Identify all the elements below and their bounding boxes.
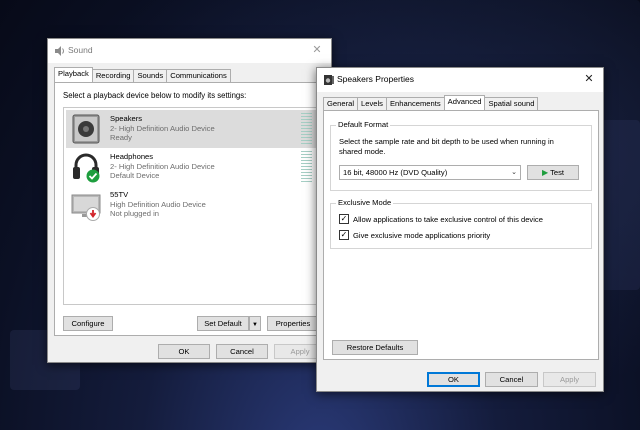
tab-enhancements[interactable]: Enhancements	[385, 97, 445, 110]
exclusive-mode-label: Exclusive Mode	[336, 198, 394, 207]
speaker-app-icon	[55, 46, 64, 56]
sound-tabs: Playback Recording Sounds Communications	[54, 67, 231, 82]
device-name: Speakers	[110, 114, 143, 123]
unplugged-icon	[86, 207, 100, 221]
volume-meter	[301, 113, 312, 145]
tab-levels[interactable]: Levels	[357, 97, 387, 110]
default-format-group: Default Format Select the sample rate an…	[330, 120, 592, 191]
sample-rate-select[interactable]: 16 bit, 48000 Hz (DVD Quality) ⌄	[339, 165, 521, 180]
properties-apply-button[interactable]: Apply	[543, 372, 596, 387]
set-default-button[interactable]: Set Default	[197, 316, 249, 331]
properties-cancel-button[interactable]: Cancel	[485, 372, 538, 387]
default-format-description: Select the sample rate and bit depth to …	[339, 137, 554, 156]
properties-ok-button[interactable]: OK	[427, 372, 480, 387]
device-row-headphones[interactable]: Headphones 2- High Definition Audio Devi…	[66, 148, 316, 186]
exclusive-priority-checkbox[interactable]: ✓	[339, 230, 349, 240]
device-name: Headphones	[110, 152, 154, 161]
device-description: 2- High Definition Audio Device	[110, 162, 215, 171]
tab-general[interactable]: General	[323, 97, 359, 110]
exclusive-control-label: Allow applications to take exclusive con…	[353, 215, 543, 224]
speaker-icon	[72, 114, 100, 144]
properties-button[interactable]: Properties	[267, 316, 319, 331]
default-check-icon	[86, 169, 100, 183]
device-description: 2- High Definition Audio Device	[110, 124, 215, 133]
sound-title: Sound	[68, 45, 93, 55]
exclusive-priority-label: Give exclusive mode applications priorit…	[353, 231, 491, 240]
properties-tabs: General Levels Enhancements Advanced Spa…	[323, 95, 539, 110]
speaker-app-icon	[324, 75, 334, 85]
properties-close-button[interactable]: ✕	[581, 71, 597, 87]
advanced-panel: Default Format Select the sample rate an…	[323, 110, 599, 360]
set-default-dropdown-button[interactable]: ▼	[249, 316, 261, 331]
volume-meter	[301, 151, 312, 183]
configure-button[interactable]: Configure	[63, 316, 113, 331]
tab-sounds[interactable]: Sounds	[133, 69, 168, 82]
tab-advanced[interactable]: Advanced	[443, 95, 486, 110]
sound-ok-button[interactable]: OK	[158, 344, 210, 359]
chevron-down-icon: ▼	[252, 322, 258, 328]
sound-titlebar: Sound ✕	[48, 39, 331, 63]
device-status: Default Device	[110, 171, 160, 180]
exclusive-mode-group: Exclusive Mode ✓ Allow applications to t…	[330, 198, 592, 249]
playback-instruction: Select a playback device below to modify…	[63, 91, 247, 100]
device-status: Not plugged in	[110, 209, 159, 218]
sound-cancel-button[interactable]: Cancel	[216, 344, 268, 359]
tab-recording[interactable]: Recording	[91, 69, 135, 82]
test-button[interactable]: ▶ Test	[527, 165, 579, 180]
sound-close-button[interactable]: ✕	[309, 42, 325, 58]
properties-title: Speakers Properties	[337, 74, 415, 84]
sample-rate-value: 16 bit, 48000 Hz (DVD Quality)	[343, 168, 448, 177]
default-format-label: Default Format	[336, 120, 391, 129]
restore-defaults-button[interactable]: Restore Defaults	[332, 340, 418, 355]
playback-panel: Select a playback device below to modify…	[54, 82, 326, 336]
sound-dialog: Sound ✕ Playback Recording Sounds Commun…	[47, 38, 332, 363]
device-description: High Definition Audio Device	[110, 200, 206, 209]
chevron-down-icon: ⌄	[511, 169, 517, 176]
device-status: Ready	[110, 133, 132, 142]
device-row-speakers[interactable]: Speakers 2- High Definition Audio Device…	[66, 110, 316, 148]
tab-communications[interactable]: Communications	[166, 69, 231, 82]
device-row-55tv[interactable]: 55TV High Definition Audio Device Not pl…	[66, 186, 316, 224]
test-label: Test	[550, 168, 565, 177]
speakers-properties-dialog: Speakers Properties ✕ General Levels Enh…	[316, 67, 604, 392]
exclusive-control-checkbox[interactable]: ✓	[339, 214, 349, 224]
tab-playback[interactable]: Playback	[54, 67, 93, 82]
play-icon: ▶	[541, 168, 549, 177]
properties-titlebar: Speakers Properties ✕	[317, 68, 603, 92]
tab-spatial-sound[interactable]: Spatial sound	[484, 97, 539, 110]
desktop-decoration	[600, 120, 640, 290]
device-list: Speakers 2- High Definition Audio Device…	[63, 107, 319, 305]
device-name: 55TV	[110, 190, 129, 199]
